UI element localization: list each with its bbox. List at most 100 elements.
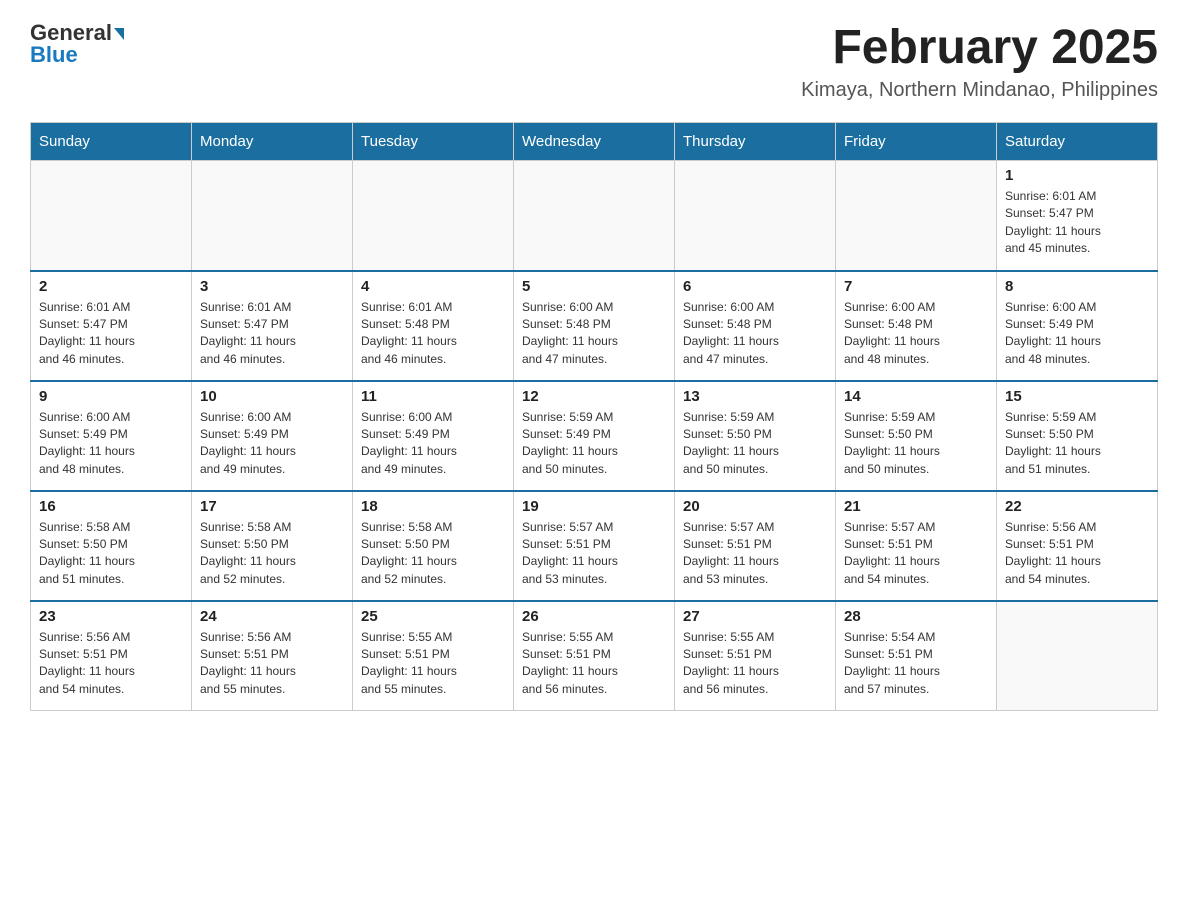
day-info: Sunrise: 5:58 AM Sunset: 5:50 PM Dayligh… bbox=[200, 519, 344, 589]
calendar-cell: 12 Sunrise: 5:59 AM Sunset: 5:49 PM Dayli… bbox=[514, 381, 675, 491]
calendar-cell: 17 Sunrise: 5:58 AM Sunset: 5:50 PM Dayli… bbox=[192, 491, 353, 601]
day-number: 8 bbox=[1005, 278, 1149, 295]
calendar-cell bbox=[675, 161, 836, 271]
weekday-header-friday: Friday bbox=[836, 123, 997, 161]
calendar-cell: 23Sunrise: 5:56 AM Sunset: 5:51 PM Dayli… bbox=[31, 601, 192, 711]
day-number: 1 bbox=[1005, 167, 1149, 184]
calendar-cell: 21Sunrise: 5:57 AM Sunset: 5:51 PM Dayli… bbox=[836, 491, 997, 601]
calendar-cell: 5 Sunrise: 6:00 AM Sunset: 5:48 PM Daylig… bbox=[514, 271, 675, 381]
calendar-cell: 10 Sunrise: 6:00 AM Sunset: 5:49 PM Dayli… bbox=[192, 381, 353, 491]
day-info: Sunrise: 5:56 AM Sunset: 5:51 PM Dayligh… bbox=[1005, 519, 1149, 589]
day-number: 14 bbox=[844, 388, 988, 405]
calendar-cell: 28Sunrise: 5:54 AM Sunset: 5:51 PM Dayli… bbox=[836, 601, 997, 711]
day-number: 2 bbox=[39, 278, 183, 295]
calendar-cell: 15Sunrise: 5:59 AM Sunset: 5:50 PM Dayli… bbox=[997, 381, 1158, 491]
day-info: Sunrise: 6:01 AM Sunset: 5:47 PM Dayligh… bbox=[39, 299, 183, 369]
day-info: Sunrise: 6:00 AM Sunset: 5:48 PM Dayligh… bbox=[522, 299, 666, 369]
day-info: Sunrise: 6:00 AM Sunset: 5:49 PM Dayligh… bbox=[39, 409, 183, 479]
day-info: Sunrise: 6:00 AM Sunset: 5:49 PM Dayligh… bbox=[361, 409, 505, 479]
title-block: February 2025 Kimaya, Northern Mindanao,… bbox=[801, 20, 1158, 102]
day-info: Sunrise: 5:57 AM Sunset: 5:51 PM Dayligh… bbox=[683, 519, 827, 589]
day-number: 11 bbox=[361, 388, 505, 405]
calendar-cell: 9 Sunrise: 6:00 AM Sunset: 5:49 PM Daylig… bbox=[31, 381, 192, 491]
day-info: Sunrise: 6:00 AM Sunset: 5:48 PM Dayligh… bbox=[683, 299, 827, 369]
day-info: Sunrise: 6:01 AM Sunset: 5:48 PM Dayligh… bbox=[361, 299, 505, 369]
calendar-cell: 13 Sunrise: 5:59 AM Sunset: 5:50 PM Dayli… bbox=[675, 381, 836, 491]
calendar-cell: 16 Sunrise: 5:58 AM Sunset: 5:50 PM Dayli… bbox=[31, 491, 192, 601]
calendar-week-row: 23Sunrise: 5:56 AM Sunset: 5:51 PM Dayli… bbox=[31, 601, 1158, 711]
day-number: 22 bbox=[1005, 498, 1149, 515]
day-number: 7 bbox=[844, 278, 988, 295]
calendar-cell: 1 Sunrise: 6:01 AM Sunset: 5:47 PM Daylig… bbox=[997, 161, 1158, 271]
day-number: 3 bbox=[200, 278, 344, 295]
calendar-cell: 8Sunrise: 6:00 AM Sunset: 5:49 PM Daylig… bbox=[997, 271, 1158, 381]
day-info: Sunrise: 6:01 AM Sunset: 5:47 PM Dayligh… bbox=[200, 299, 344, 369]
day-info: Sunrise: 5:56 AM Sunset: 5:51 PM Dayligh… bbox=[200, 629, 344, 699]
calendar-cell: 27 Sunrise: 5:55 AM Sunset: 5:51 PM Dayli… bbox=[675, 601, 836, 711]
day-info: Sunrise: 5:59 AM Sunset: 5:50 PM Dayligh… bbox=[683, 409, 827, 479]
day-info: Sunrise: 6:00 AM Sunset: 5:49 PM Dayligh… bbox=[200, 409, 344, 479]
day-number: 17 bbox=[200, 498, 344, 515]
calendar-cell: 2 Sunrise: 6:01 AM Sunset: 5:47 PM Daylig… bbox=[31, 271, 192, 381]
day-number: 24 bbox=[200, 608, 344, 625]
day-info: Sunrise: 5:56 AM Sunset: 5:51 PM Dayligh… bbox=[39, 629, 183, 699]
weekday-header-saturday: Saturday bbox=[997, 123, 1158, 161]
calendar-cell: 4Sunrise: 6:01 AM Sunset: 5:48 PM Daylig… bbox=[353, 271, 514, 381]
day-number: 18 bbox=[361, 498, 505, 515]
weekday-header-monday: Monday bbox=[192, 123, 353, 161]
calendar-cell: 7 Sunrise: 6:00 AM Sunset: 5:48 PM Daylig… bbox=[836, 271, 997, 381]
day-info: Sunrise: 5:55 AM Sunset: 5:51 PM Dayligh… bbox=[683, 629, 827, 699]
calendar-cell bbox=[353, 161, 514, 271]
calendar-cell: 26 Sunrise: 5:55 AM Sunset: 5:51 PM Dayli… bbox=[514, 601, 675, 711]
day-info: Sunrise: 5:57 AM Sunset: 5:51 PM Dayligh… bbox=[522, 519, 666, 589]
day-number: 27 bbox=[683, 608, 827, 625]
day-info: Sunrise: 5:57 AM Sunset: 5:51 PM Dayligh… bbox=[844, 519, 988, 589]
day-number: 16 bbox=[39, 498, 183, 515]
weekday-header-tuesday: Tuesday bbox=[353, 123, 514, 161]
weekday-header-row: SundayMondayTuesdayWednesdayThursdayFrid… bbox=[31, 123, 1158, 161]
day-number: 13 bbox=[683, 388, 827, 405]
calendar-cell: 11 Sunrise: 6:00 AM Sunset: 5:49 PM Dayli… bbox=[353, 381, 514, 491]
day-info: Sunrise: 5:55 AM Sunset: 5:51 PM Dayligh… bbox=[361, 629, 505, 699]
calendar-cell: 20Sunrise: 5:57 AM Sunset: 5:51 PM Dayli… bbox=[675, 491, 836, 601]
day-number: 15 bbox=[1005, 388, 1149, 405]
day-info: Sunrise: 5:58 AM Sunset: 5:50 PM Dayligh… bbox=[39, 519, 183, 589]
weekday-header-sunday: Sunday bbox=[31, 123, 192, 161]
calendar-cell bbox=[192, 161, 353, 271]
calendar-cell: 3 Sunrise: 6:01 AM Sunset: 5:47 PM Daylig… bbox=[192, 271, 353, 381]
day-info: Sunrise: 5:55 AM Sunset: 5:51 PM Dayligh… bbox=[522, 629, 666, 699]
calendar-week-row: 9 Sunrise: 6:00 AM Sunset: 5:49 PM Daylig… bbox=[31, 381, 1158, 491]
calendar-cell: 24 Sunrise: 5:56 AM Sunset: 5:51 PM Dayli… bbox=[192, 601, 353, 711]
day-info: Sunrise: 6:01 AM Sunset: 5:47 PM Dayligh… bbox=[1005, 188, 1149, 258]
day-info: Sunrise: 5:59 AM Sunset: 5:50 PM Dayligh… bbox=[844, 409, 988, 479]
weekday-header-wednesday: Wednesday bbox=[514, 123, 675, 161]
calendar-cell: 22 Sunrise: 5:56 AM Sunset: 5:51 PM Dayli… bbox=[997, 491, 1158, 601]
logo-blue-text: Blue bbox=[30, 42, 78, 68]
day-info: Sunrise: 6:00 AM Sunset: 5:48 PM Dayligh… bbox=[844, 299, 988, 369]
day-number: 5 bbox=[522, 278, 666, 295]
calendar-cell: 19 Sunrise: 5:57 AM Sunset: 5:51 PM Dayli… bbox=[514, 491, 675, 601]
calendar-cell: 14 Sunrise: 5:59 AM Sunset: 5:50 PM Dayli… bbox=[836, 381, 997, 491]
calendar-week-row: 16 Sunrise: 5:58 AM Sunset: 5:50 PM Dayli… bbox=[31, 491, 1158, 601]
day-info: Sunrise: 5:59 AM Sunset: 5:49 PM Dayligh… bbox=[522, 409, 666, 479]
calendar-week-row: 1 Sunrise: 6:01 AM Sunset: 5:47 PM Daylig… bbox=[31, 161, 1158, 271]
calendar-cell bbox=[997, 601, 1158, 711]
weekday-header-thursday: Thursday bbox=[675, 123, 836, 161]
day-info: Sunrise: 5:58 AM Sunset: 5:50 PM Dayligh… bbox=[361, 519, 505, 589]
day-number: 9 bbox=[39, 388, 183, 405]
page-header: General Blue February 2025 Kimaya, North… bbox=[30, 20, 1158, 102]
day-number: 19 bbox=[522, 498, 666, 515]
logo-arrow-icon bbox=[114, 28, 124, 40]
day-number: 26 bbox=[522, 608, 666, 625]
calendar-cell bbox=[514, 161, 675, 271]
day-number: 10 bbox=[200, 388, 344, 405]
day-number: 28 bbox=[844, 608, 988, 625]
calendar-subtitle: Kimaya, Northern Mindanao, Philippines bbox=[801, 79, 1158, 102]
calendar-cell bbox=[836, 161, 997, 271]
day-number: 12 bbox=[522, 388, 666, 405]
calendar-table: SundayMondayTuesdayWednesdayThursdayFrid… bbox=[30, 122, 1158, 711]
calendar-cell: 6Sunrise: 6:00 AM Sunset: 5:48 PM Daylig… bbox=[675, 271, 836, 381]
calendar-title: February 2025 bbox=[801, 20, 1158, 75]
logo: General Blue bbox=[30, 20, 124, 68]
calendar-cell: 18 Sunrise: 5:58 AM Sunset: 5:50 PM Dayli… bbox=[353, 491, 514, 601]
